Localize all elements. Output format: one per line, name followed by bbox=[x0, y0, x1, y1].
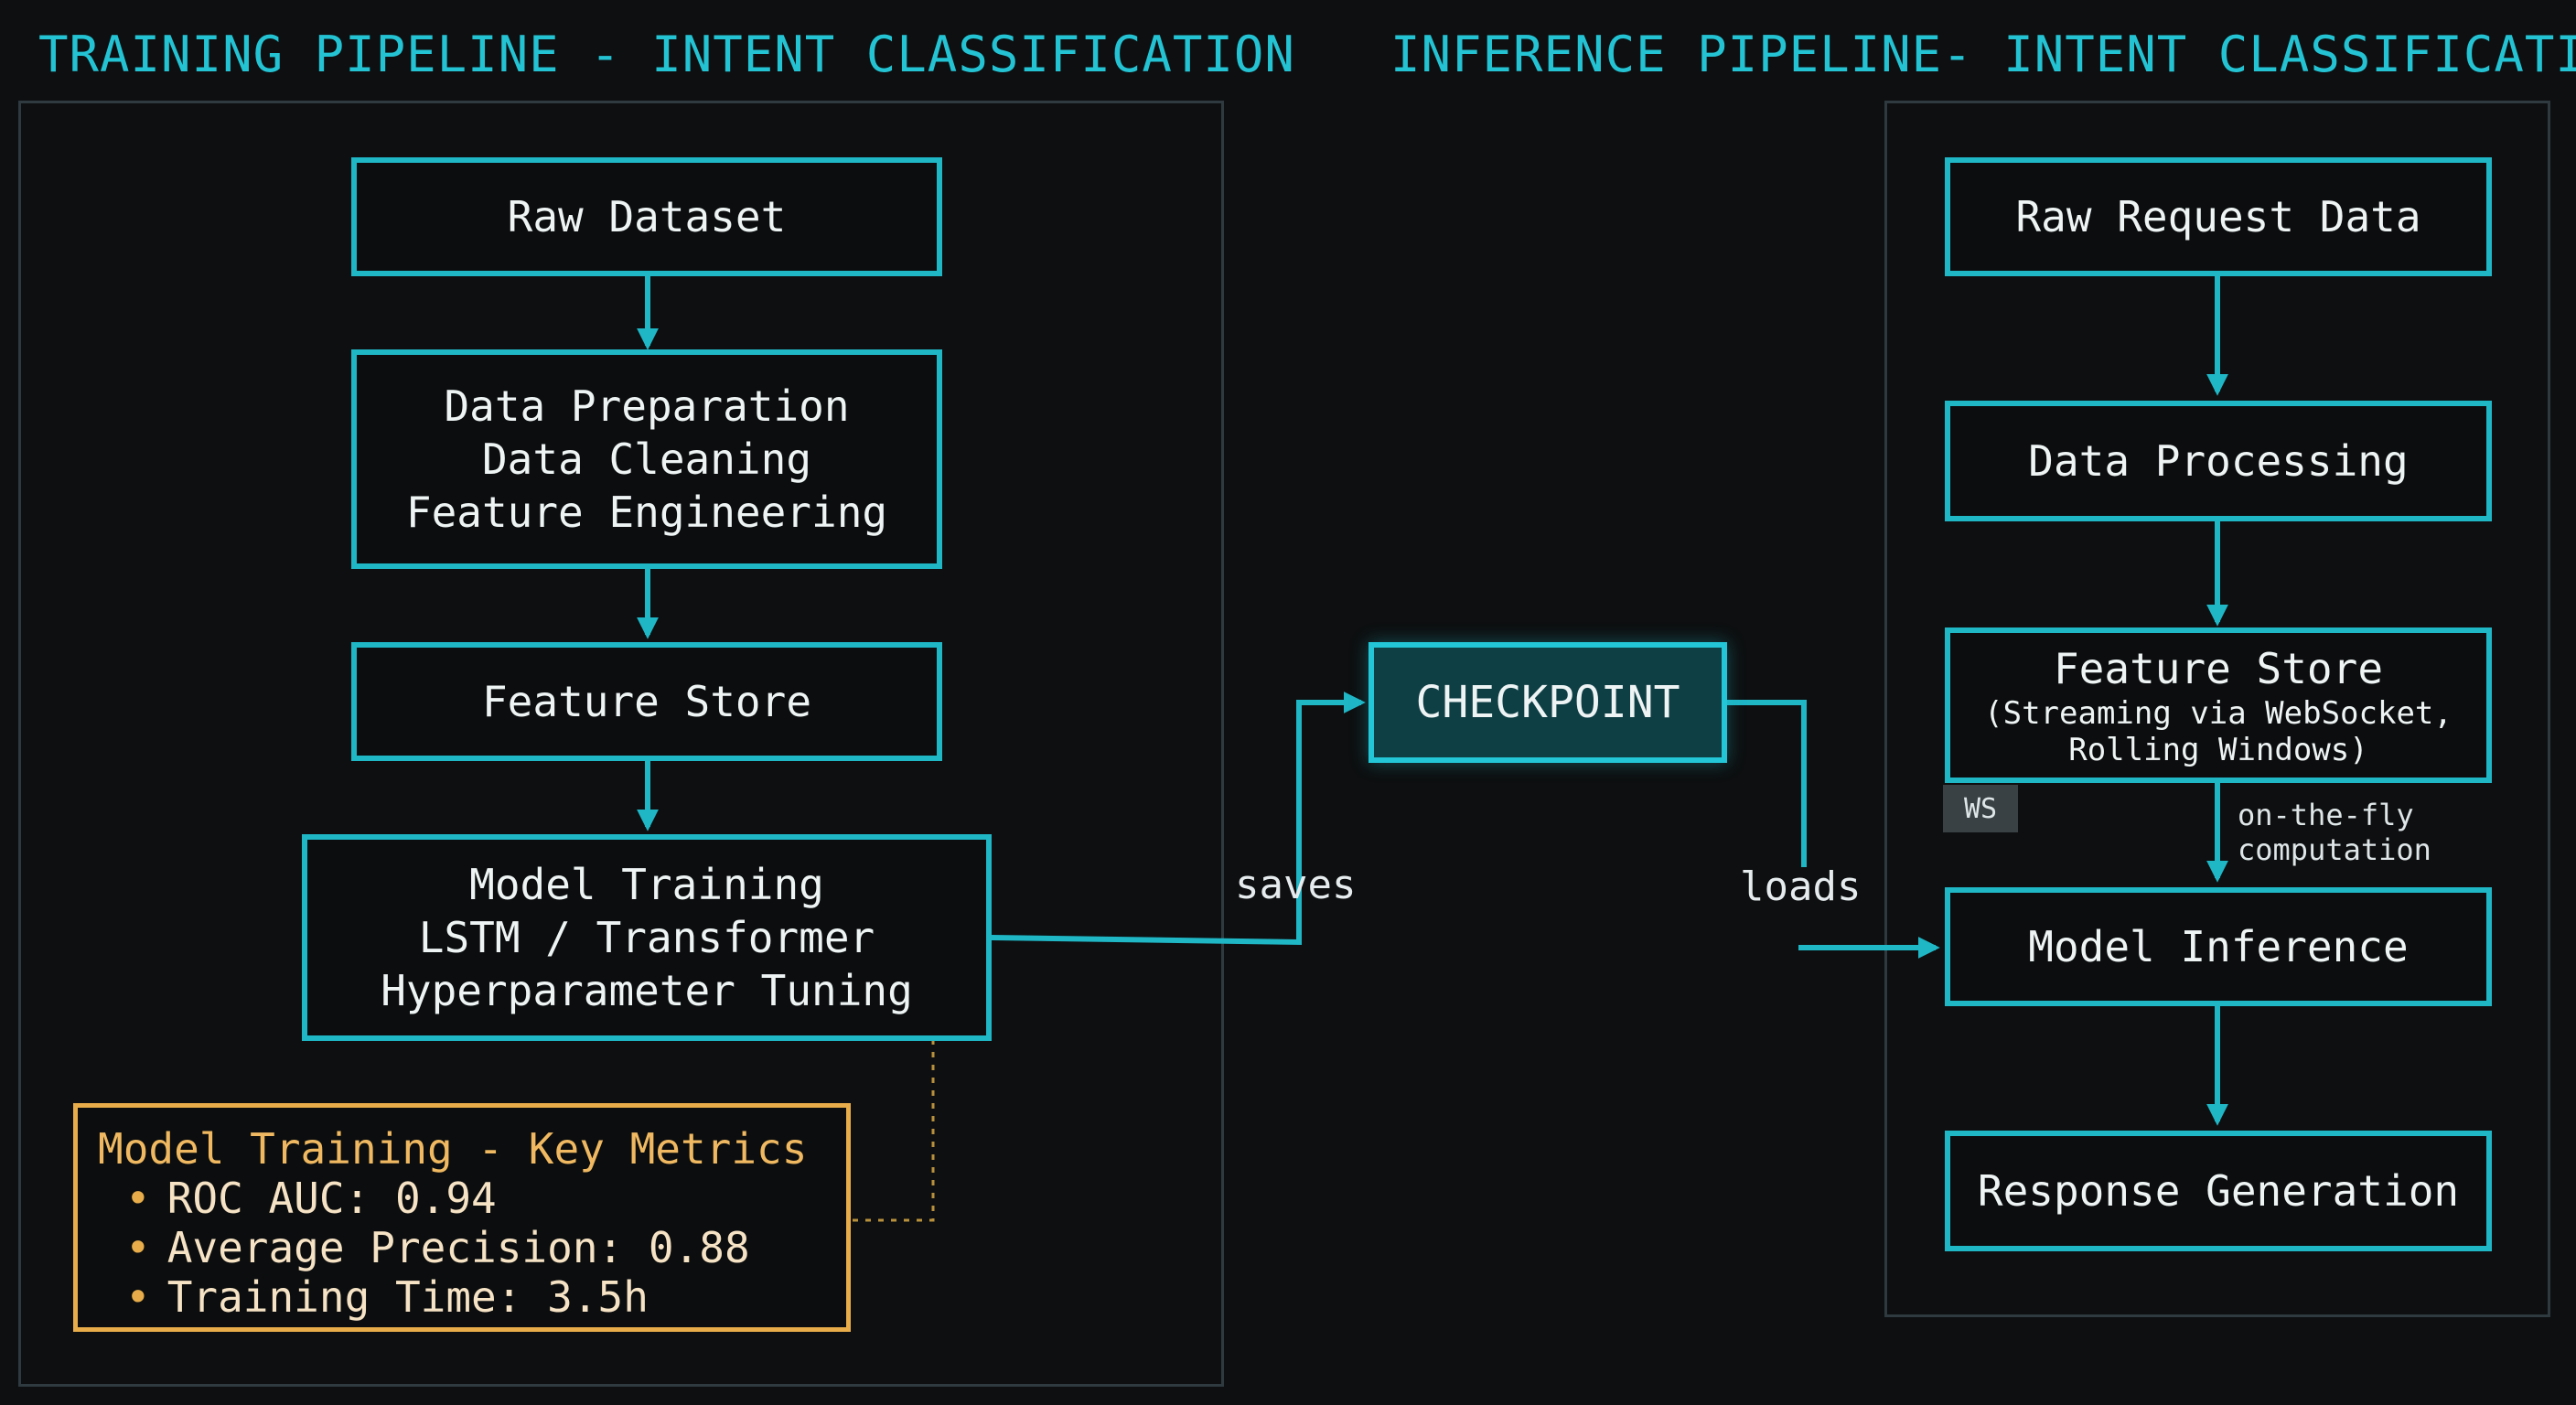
raw-request-node: Raw Request Data bbox=[1945, 157, 2492, 276]
model-inference-node: Model Inference bbox=[1945, 887, 2492, 1006]
training-feature-store-label: Feature Store bbox=[481, 677, 812, 726]
metric-average-precision: Average Precision: 0.88 bbox=[125, 1223, 826, 1272]
raw-request-label: Raw Request Data bbox=[2015, 192, 2421, 241]
data-processing-node: Data Processing bbox=[1945, 401, 2492, 521]
metrics-dotted-link bbox=[853, 1039, 935, 1222]
saves-label: saves bbox=[1235, 862, 1357, 908]
data-cleaning-label: Data Cleaning bbox=[481, 434, 812, 484]
training-feature-store-node: Feature Store bbox=[351, 642, 942, 761]
on-the-fly-label: on-the-fly bbox=[2238, 798, 2414, 832]
checkpoint-node: CHECKPOINT bbox=[1368, 642, 1727, 763]
metric-training-time: Training Time: 3.5h bbox=[125, 1272, 826, 1322]
model-architecture-label: LSTM / Transformer bbox=[418, 913, 875, 962]
data-processing-label: Data Processing bbox=[2028, 436, 2409, 486]
data-preparation-label: Data Preparation bbox=[444, 381, 850, 431]
inference-feature-store-label: Feature Store bbox=[2053, 644, 2384, 693]
on-the-fly-note: on-the-fly computation bbox=[2238, 798, 2431, 867]
ws-badge: WS bbox=[1943, 785, 2018, 832]
key-metrics-box: Model Training - Key Metrics ROC AUC: 0.… bbox=[73, 1103, 851, 1332]
response-generation-node: Response Generation bbox=[1945, 1131, 2492, 1251]
key-metrics-list: ROC AUC: 0.94 Average Precision: 0.88 Tr… bbox=[98, 1174, 826, 1322]
checkpoint-label: CHECKPOINT bbox=[1415, 677, 1680, 728]
inference-feature-store-node: Feature Store (Streaming via WebSocket, … bbox=[1945, 627, 2492, 783]
loads-label: loads bbox=[1740, 863, 1862, 910]
raw-dataset-label: Raw Dataset bbox=[507, 192, 787, 241]
response-generation-label: Response Generation bbox=[1977, 1166, 2460, 1216]
data-preparation-node: Data Preparation Data Cleaning Feature E… bbox=[351, 349, 942, 569]
streaming-websocket-label: (Streaming via WebSocket, bbox=[1984, 695, 2453, 732]
hyperparameter-tuning-label: Hyperparameter Tuning bbox=[381, 966, 913, 1015]
key-metrics-title: Model Training - Key Metrics bbox=[98, 1124, 808, 1174]
raw-dataset-node: Raw Dataset bbox=[351, 157, 942, 276]
metric-roc-auc: ROC AUC: 0.94 bbox=[125, 1174, 826, 1223]
arrow-checkpoint-to-inference bbox=[1727, 700, 1807, 867]
model-training-label: Model Training bbox=[469, 860, 824, 909]
computation-label: computation bbox=[2238, 832, 2431, 867]
model-inference-label: Model Inference bbox=[2028, 922, 2409, 971]
rolling-windows-label: Rolling Windows) bbox=[2068, 732, 2368, 768]
model-training-node: Model Training LSTM / Transformer Hyperp… bbox=[302, 834, 992, 1041]
feature-engineering-label: Feature Engineering bbox=[405, 488, 888, 537]
